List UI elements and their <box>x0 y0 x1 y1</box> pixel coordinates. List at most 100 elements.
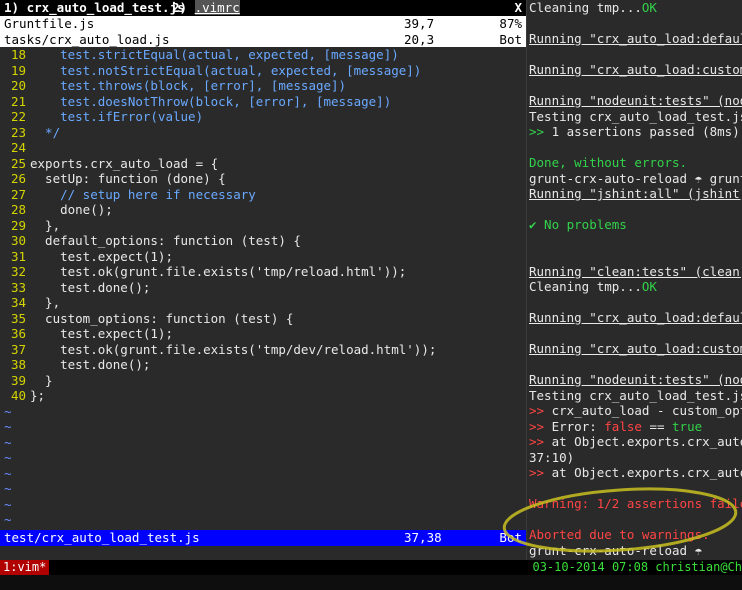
code-line: 20 test.throws(block, [error], [message]… <box>0 78 346 94</box>
buffer-name: Gruntfile.js <box>4 16 95 31</box>
terminal-line: Running "nodeunit:tests" (nodeuni <box>529 93 742 109</box>
line-number: 38 <box>10 357 26 372</box>
buffer-row[interactable]: Gruntfile.js 39,7 87% <box>0 16 526 32</box>
terminal-text: Running "clean:tests" (clean) tas <box>529 263 742 279</box>
code-line: 21 test.doesNotThrow(block, [error], [me… <box>0 94 391 110</box>
terminal-text: >> <box>529 418 545 434</box>
code-text: done(); <box>30 202 113 217</box>
tmux-statusbar: 1:vim* 03-10-2014 07:08 christian@Ch <box>0 560 742 575</box>
terminal-line: ✔ No problems <box>529 217 627 233</box>
line-number: 25 <box>10 155 26 171</box>
tmux-window-tab[interactable]: 1:vim* <box>0 560 50 575</box>
empty-line-tilde: ~ <box>4 450 12 465</box>
buffer-list: Gruntfile.js 39,7 87% tasks/crx_auto_loa… <box>0 16 526 47</box>
highlight-annotation <box>502 487 738 553</box>
terminal-text: Running "jshint:all" (jshint) tas <box>529 186 742 201</box>
close-tab-button[interactable]: X <box>514 0 522 16</box>
terminal-line: Testing crx_auto_load_test.js..OK <box>529 109 742 125</box>
line-number: 39 <box>10 372 26 388</box>
terminal-text: crx_auto_load - custom_options <box>551 403 742 418</box>
code-text: test.expect(1); <box>30 248 173 264</box>
status-cursor-position: 37,38 <box>404 530 442 545</box>
code-line: 26 setUp: function (done) { <box>0 171 226 187</box>
code-text: exports.crx_auto_load = { <box>30 155 219 171</box>
code-text: */ <box>30 124 61 140</box>
code-text: test.done(); <box>30 279 151 295</box>
terminal-text: Testing crx_auto_load_test.js.. <box>529 108 742 124</box>
empty-line-tilde: ~ <box>4 434 12 450</box>
window-bottom-bar <box>0 575 742 590</box>
code-text: test.ifError(value) <box>30 109 204 124</box>
line-number: 36 <box>10 326 26 341</box>
code-line: 32 test.ok(grunt.file.exists('tmp/reload… <box>0 264 406 280</box>
code-text: } <box>30 372 53 388</box>
code-line: 23 */ <box>0 125 60 141</box>
empty-line-tilde: ~ <box>4 465 12 481</box>
buffer-position: 39,7 <box>404 16 435 31</box>
terminal-line: Testing crx_auto_load_test.js.F <box>529 388 742 404</box>
line-number: 21 <box>10 93 26 109</box>
empty-line-tilde: ~ <box>4 403 12 419</box>
code-line: 29 }, <box>0 218 60 234</box>
buffer-row[interactable]: tasks/crx_auto_load.js 20,3 Bot <box>0 32 526 48</box>
code-line: 24 <box>0 140 30 156</box>
code-line: 33 test.done(); <box>0 280 150 296</box>
terminal-line: >> 1 assertions passed (8ms) <box>529 124 740 140</box>
code-text: }, <box>30 217 61 233</box>
terminal-line: Running "crx_auto_load:custom_opt <box>529 62 742 78</box>
terminal-text: false <box>604 418 642 434</box>
line-number: 19 <box>10 62 26 78</box>
terminal-text: Testing crx_auto_load_test.js. <box>529 387 742 403</box>
code-text: default_options: function (test) { <box>30 233 301 248</box>
line-number: 30 <box>10 233 26 248</box>
code-text: test.ok(grunt.file.exists('tmp/dev/reloa… <box>30 341 437 357</box>
terminal-line: >> crx_auto_load - custom_options <box>529 403 742 419</box>
code-line: 40}; <box>0 388 45 404</box>
terminal-line: Running "crx_auto_load:default_o <box>529 31 742 47</box>
line-number: 37 <box>10 341 26 357</box>
terminal-pane[interactable]: Cleaning tmp...OK Running "crx_auto_load:… <box>527 0 742 560</box>
line-number: 20 <box>10 78 26 93</box>
line-number: 27 <box>10 186 26 202</box>
line-number: 31 <box>10 248 26 264</box>
buffer-name: tasks/crx_auto_load.js <box>4 31 170 47</box>
code-editor[interactable]: 18 test.strictEqual(actual, expected, [m… <box>0 47 526 530</box>
terminal-text: Cleaning tmp... <box>529 279 642 294</box>
terminal-text: Cleaning tmp... <box>529 0 642 15</box>
code-line: 31 test.expect(1); <box>0 249 173 265</box>
terminal-text: Running "nodeunit:tests" (nodeuni <box>529 372 742 387</box>
vim-statusline: test/crx_auto_load_test.js 37,38 Bot <box>0 530 526 546</box>
terminal-line: Running "clean:tests" (clean) tas <box>529 264 742 280</box>
vim-tabline: 1) crx_auto_load_test.js 2) .vimrc X <box>0 0 526 16</box>
terminal-text: Running "crx_auto_load:custom_opt <box>529 62 742 77</box>
code-text: test.expect(1); <box>30 326 173 341</box>
terminal-line: >> Error: false == true <box>529 419 702 435</box>
terminal-line: Cleaning tmp...OK <box>529 279 657 295</box>
code-text: // setup here if necessary <box>30 186 256 202</box>
code-text: }, <box>30 295 61 310</box>
code-line: 22 test.ifError(value) <box>0 109 203 125</box>
terminal-text: Running "crx_auto_load:custom_opt <box>529 341 742 356</box>
code-line: 35 custom_options: function (test) { <box>0 311 293 327</box>
tab-crx-auto-load-test[interactable]: 1) crx_auto_load_test.js <box>4 0 185 16</box>
terminal-text: >> <box>529 465 545 480</box>
terminal-line: Running "jshint:all" (jshint) tas <box>529 186 742 202</box>
terminal-line: >> at Object.exports.crx_auto_loa <box>529 465 742 481</box>
code-text: test.notStrictEqual(actual, expected, [m… <box>30 62 422 78</box>
line-number: 24 <box>10 140 26 155</box>
terminal-text: ✔ No problems <box>529 217 627 232</box>
terminal-line: Running "crx_auto_load:default_o <box>529 310 742 326</box>
tab-vimrc-name: .vimrc <box>194 0 240 15</box>
empty-line-tilde: ~ <box>4 419 12 434</box>
terminal-text: >> <box>529 124 545 139</box>
terminal-text: at Object.exports.crx_auto_loa <box>551 465 742 480</box>
terminal-text: 1 assertions passed (8ms) <box>544 124 740 139</box>
line-number: 29 <box>10 217 26 233</box>
buffer-position: 20,3 <box>404 31 435 47</box>
terminal-line: Done, without errors. <box>529 155 687 171</box>
line-number: 26 <box>10 171 26 186</box>
terminal-line: >> at Object.exports.crx_auto_loa <box>529 434 742 450</box>
terminal-text: >> <box>529 434 545 449</box>
status-filename: test/crx_auto_load_test.js <box>4 530 200 545</box>
tab-vimrc[interactable]: 2) .vimrc <box>172 0 240 16</box>
